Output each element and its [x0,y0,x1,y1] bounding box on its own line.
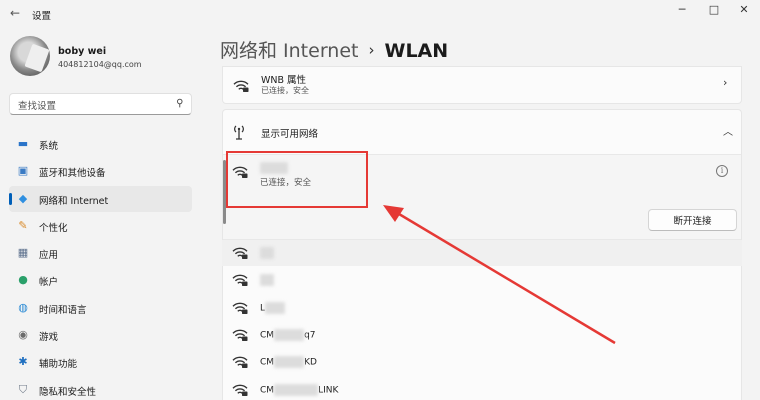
sidebar-item-1[interactable]: ▣ 蓝牙和其他设备 [9,158,192,184]
sidebar-item-label: 时间和语言 [39,304,87,316]
available-networks-header[interactable]: 显示可用网络 ︿ [223,110,741,154]
page-title: WLAN [384,40,449,62]
network-list-item[interactable] [222,240,742,266]
avatar [10,36,50,76]
chevron-right-icon: › [723,76,728,89]
network-name-redacted [260,247,274,259]
sidebar-item-6[interactable]: ◍ 时间和语言 [9,295,192,321]
sidebar-item-label: 帐户 [39,277,59,289]
sidebar-item-label: 应用 [39,250,59,262]
sidebar-item-label: 系统 [39,141,59,152]
wifi-network-icon: ◆ [18,191,28,205]
network-name-redacted [274,383,319,396]
network-name: CM KD [260,356,317,369]
monitor-icon: ▬ [17,137,29,150]
network-name-redacted [265,301,286,314]
search-box[interactable]: ⚲ [9,93,192,117]
user-name: boby wei [58,46,107,57]
title-bar: ← 设置 ─ □ ✕ [0,0,760,28]
sidebar-item-3[interactable]: ✎ 个性化 [9,213,192,239]
network-list-item[interactable]: CM KD [222,349,742,375]
network-name-suffix: LINK [318,385,339,395]
wifi-secure-icon [232,356,248,369]
network-name-redacted [274,328,305,341]
sidebar-item-8[interactable]: ✱ 辅助功能 [9,349,192,375]
wifi-secure-icon [232,274,248,287]
clock-globe-icon: ◍ [18,300,28,314]
back-arrow-icon[interactable]: ← [8,6,22,20]
breadcrumb-separator-icon: › [368,41,375,59]
sidebar-item-label: 蓝牙和其他设备 [39,168,106,180]
user-email: 404812104@qq.com [58,60,142,69]
wifi-secure-icon [232,384,248,396]
network-name-redacted [274,356,305,369]
sidebar-item-5[interactable]: ● 帐户 [9,267,192,293]
network-name-suffix: KD [304,357,317,368]
sidebar-item-label: 网络和 Internet [39,195,109,207]
sidebar-item-4[interactable]: ▦ 应用 [9,240,192,266]
network-name [260,274,274,287]
available-networks-title: 显示可用网络 [261,129,319,140]
gamepad-icon: ◉ [18,328,28,342]
search-input[interactable] [10,96,160,117]
wifi-secure-icon [232,247,248,259]
sidebar-nav: ▬ 系统 ▣ 蓝牙和其他设备 ◆ 网络和 Internet ✎ 个性化 ▦ 应用 ● 帐户 ◍ 时间和语言… [9,131,192,400]
antenna-icon [234,125,244,140]
network-name-suffix: q7 [304,330,316,341]
sidebar-item-label: 辅助功能 [39,359,78,371]
network-name-prefix: CM [260,330,275,341]
info-icon[interactable]: i [716,165,728,177]
shield-icon: ⛉ [18,382,28,396]
network-name: L [260,301,286,314]
sidebar-item-label: 游戏 [39,332,59,344]
breadcrumb-parent[interactable]: 网络和 Internet [220,40,358,62]
breadcrumb: 网络和 Internet › WLAN [220,36,448,63]
wifi-secure-icon [232,302,248,314]
account-icon: ● [18,273,28,287]
wlan-properties-title: WNB 属性 [261,75,307,86]
network-name: CM q7 [260,328,316,341]
wlan-properties-row[interactable]: WNB 属性 已连接，安全 › [222,66,742,104]
sidebar-item-label: 个性化 [39,222,68,234]
network-name [260,247,274,259]
window-title: 设置 [32,11,52,22]
network-name-prefix: CM [260,385,275,395]
devices-icon: ▣ [17,164,29,178]
disconnect-button[interactable]: 断开连接 [648,209,737,231]
minimize-icon[interactable]: ─ [666,2,698,18]
maximize-icon[interactable]: □ [698,2,730,18]
close-icon[interactable]: ✕ [728,2,760,18]
network-list-item[interactable]: CM q7 [222,322,742,348]
chevron-up-icon[interactable]: ︿ [723,123,733,138]
sidebar-item-9[interactable]: ⛉ 隐私和安全性 [9,377,192,400]
network-list-item[interactable]: L [222,295,742,321]
annotation-highlight-box [226,151,368,208]
network-name-redacted [260,274,274,287]
wifi-secure-icon [232,329,248,341]
network-list-item[interactable]: CM LINK [222,377,742,400]
sidebar-item-7[interactable]: ◉ 游戏 [9,322,192,348]
wlan-properties-status: 已连接，安全 [261,86,309,95]
network-name-prefix: CM [260,357,275,368]
pen-icon: ✎ [18,218,28,232]
sidebar-item-2[interactable]: ◆ 网络和 Internet [9,185,192,212]
sidebar-item-0[interactable]: ▬ 系统 [9,131,192,157]
wifi-secure-icon [233,80,249,92]
apps-icon: ▦ [17,246,29,260]
accessibility-icon: ✱ [18,355,28,369]
sidebar-item-label: 隐私和安全性 [39,386,97,398]
search-icon[interactable]: ⚲ [176,98,183,109]
network-list-item[interactable] [222,267,742,293]
network-name: CM LINK [260,383,339,396]
